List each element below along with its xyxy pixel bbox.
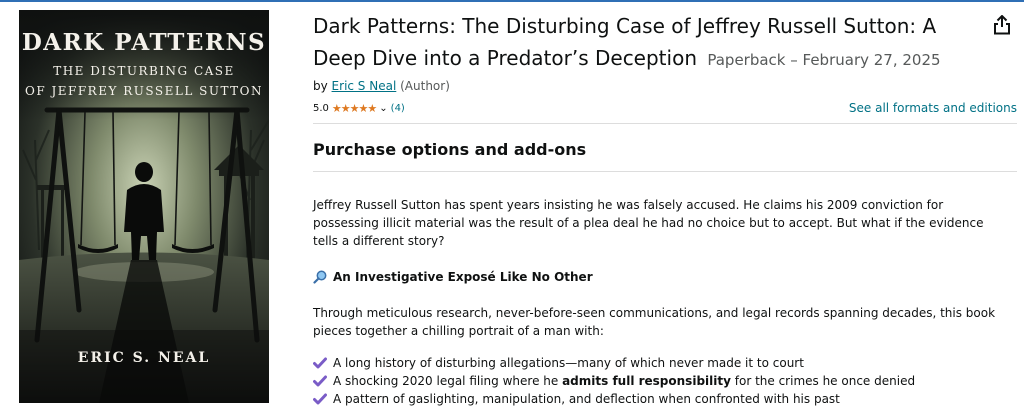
share-button[interactable] <box>989 12 1015 38</box>
bullet-text: A shocking 2020 legal filing where he ad… <box>333 374 915 388</box>
description-subheading: An Investigative Exposé Like No Other <box>313 268 1017 286</box>
divider <box>313 171 1017 172</box>
star-icon: ★ <box>358 101 369 115</box>
rating-stars[interactable]: ★ ★ ★ ★ ★ <box>331 101 377 115</box>
description-paragraph-2: Through meticulous research, never-befor… <box>313 306 996 338</box>
product-details: Dark Patterns: The Disturbing Case of Je… <box>313 10 1017 408</box>
description-paragraph-1: Jeffrey Russell Sutton has spent years i… <box>313 198 984 248</box>
purchase-options-heading[interactable]: Purchase options and add-ons <box>313 140 1017 159</box>
check-icon <box>313 375 327 387</box>
cover-author: ERIC S. NEAL <box>77 350 211 366</box>
magnifying-glass-icon <box>313 270 327 284</box>
bullet-text-bold: admits full responsibility <box>562 374 731 388</box>
star-icon: ★ <box>367 101 377 115</box>
check-icon <box>313 393 327 405</box>
book-cover-image[interactable]: DARK PATTERNS THE DISTURBING CASE OF JEF… <box>19 10 269 403</box>
star-icon: ★ <box>349 101 360 115</box>
bullet-text: A pattern of gaslighting, manipulation, … <box>333 392 840 406</box>
list-item: A long history of disturbing allegations… <box>313 354 1017 372</box>
list-item: A pattern of gaslighting, manipulation, … <box>313 390 1017 408</box>
subheading-text: An Investigative Exposé Like No Other <box>333 270 593 284</box>
bullet-text-post: for the crimes he once denied <box>730 374 916 388</box>
check-icon <box>313 357 327 369</box>
see-all-formats-link[interactable]: See all formats and editions <box>849 101 1017 115</box>
rating-count-link[interactable]: (4) <box>391 103 405 114</box>
byline-prefix: by <box>313 79 328 93</box>
divider <box>313 123 1017 124</box>
chevron-down-icon[interactable]: ⌄ <box>379 103 387 114</box>
cover-subtitle-line1: THE DISTURBING CASE <box>53 64 235 78</box>
rating-value: 5.0 <box>313 102 329 114</box>
bullet-text: A long history of disturbing allegations… <box>333 356 804 370</box>
star-icon: ★ <box>331 101 342 115</box>
list-item: A shocking 2020 legal filing where he ad… <box>313 372 1017 390</box>
top-accent-bar <box>0 0 1024 2</box>
rating-row: 5.0 ★ ★ ★ ★ ★ ⌄ (4) See all formats and edit… <box>313 101 1017 115</box>
product-edition: Paperback – February 27, 2025 <box>707 51 941 69</box>
product-title: Dark Patterns: The Disturbing Case of Je… <box>313 10 975 76</box>
title-row: Dark Patterns: The Disturbing Case of Je… <box>313 10 1017 76</box>
author-role: (Author) <box>400 79 450 93</box>
author-link[interactable]: Eric S Neal <box>332 79 397 93</box>
cover-title: DARK PATTERNS <box>21 29 267 56</box>
star-icon: ★ <box>340 101 351 115</box>
share-icon <box>994 15 1010 35</box>
description-bullet-list: A long history of disturbing allegations… <box>313 354 1017 408</box>
byline: by Eric S Neal (Author) <box>313 79 1017 93</box>
cover-subtitle-line2: OF JEFFREY RUSSELL SUTTON <box>24 84 264 98</box>
bullet-text-pre: A shocking 2020 legal filing where he <box>333 374 563 388</box>
